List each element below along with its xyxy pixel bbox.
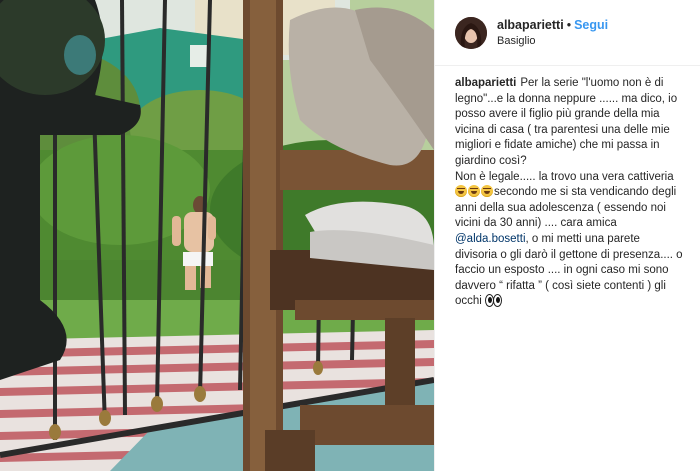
- laughing-face-icon: [468, 185, 480, 198]
- location-link[interactable]: Basiglio: [497, 33, 608, 49]
- avatar-image: [455, 16, 487, 49]
- post-header: albaparietti • Segui Basiglio: [435, 0, 700, 66]
- separator-dot: •: [566, 17, 572, 32]
- post-side-panel: albaparietti • Segui Basiglio albaparietti…: [434, 0, 700, 471]
- eyes-icon: [485, 294, 503, 308]
- post-photo[interactable]: [0, 0, 434, 471]
- post-caption: albaparietti Per la serie "l'uomo non è d…: [435, 66, 700, 310]
- avatar[interactable]: [455, 16, 487, 49]
- laughing-face-icon: [455, 185, 467, 198]
- mention-link[interactable]: @alda.bosetti: [455, 233, 526, 245]
- laughing-face-icon: [481, 185, 493, 198]
- caption-text-1: Per la serie "l'uomo non è di legno"...e…: [455, 77, 678, 167]
- caption-text-2: Non è legale..... la trovo una vera catt…: [455, 170, 674, 183]
- follow-button[interactable]: Segui: [574, 18, 608, 32]
- instagram-post: albaparietti • Segui Basiglio albaparietti…: [0, 0, 700, 471]
- header-text: albaparietti • Segui Basiglio: [497, 17, 608, 49]
- photo-scene: [0, 0, 434, 471]
- header-username[interactable]: albaparietti: [497, 18, 564, 32]
- caption-username[interactable]: albaparietti: [455, 77, 516, 89]
